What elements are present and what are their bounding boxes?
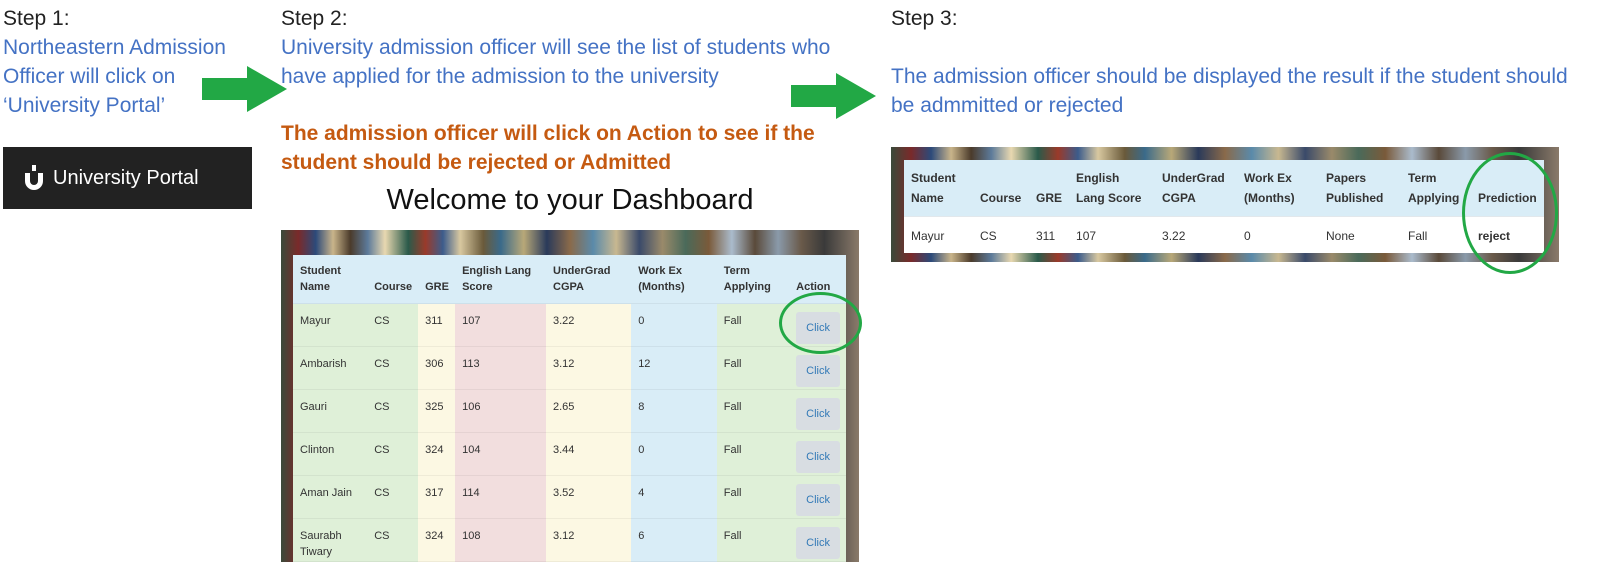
cell-english: 107 [1069,216,1156,253]
cell-gre: 325 [418,389,456,433]
step1-heading: Step 1: [3,7,70,30]
col-student-name: Student Name [904,160,973,217]
cell-name: Mayur [293,303,368,347]
university-portal-button[interactable]: University Portal [3,147,252,209]
cell-name: Clinton [293,432,368,476]
col-course: Course [973,160,1029,217]
action-click-button[interactable]: Click [796,398,840,430]
cell-english: 114 [455,475,546,519]
cell-term: Fall [716,518,790,562]
cell-workex: 6 [631,518,717,562]
arrow-right-icon [202,66,287,112]
col-workex: Work Ex (Months) [1237,160,1320,217]
cell-workex: 0 [631,432,717,476]
step3-description: The admission officer should be displaye… [891,65,1568,117]
cell-gre: 317 [418,475,456,519]
cell-cgpa: 3.12 [546,346,632,390]
action-click-button[interactable]: Click [796,527,840,559]
cell-term: Fall [716,346,790,390]
cell-workex: 4 [631,475,717,519]
col-papers: Papers Published [1319,160,1402,217]
cell-name: Aman Jain [293,475,368,519]
dashboard-title: Welcome to your Dashboard [386,184,754,216]
cell-workex: 12 [631,346,717,390]
table-row [293,561,846,562]
cell-english: 106 [455,389,546,433]
cell-term: Fall [716,389,790,433]
step3-heading: Step 3: [891,7,958,30]
highlight-circle [1462,152,1558,274]
cell-course: CS [973,216,1029,253]
col-gre: GRE [1029,160,1070,217]
cell-name: Mayur [904,216,973,253]
col-term: Term Applying [1401,160,1472,217]
col-english: English Lang Score [455,255,546,304]
cell-english: 113 [455,346,546,390]
table-row: Ambarish CS 306 113 3.12 12 Fall Click [293,346,846,390]
arrow-right-icon [791,73,876,119]
cell-course: CS [367,346,419,390]
cell-cgpa: 3.44 [546,432,632,476]
cell-cgpa: 2.65 [546,389,632,433]
cell-course: CS [367,475,419,519]
col-student-name: Student Name [293,255,368,304]
col-cgpa: UnderGrad CGPA [1155,160,1238,217]
highlight-circle [779,292,862,354]
students-table: Student Name Course GRE English Lang Sco… [293,255,846,562]
cell-gre: 324 [418,432,456,476]
cell-name: Saurabh Tiwary [293,518,368,562]
cell-workex: 8 [631,389,717,433]
portal-button-label: University Portal [53,166,199,189]
action-click-button[interactable]: Click [796,441,840,473]
col-workex: Work Ex (Months) [631,255,717,304]
action-click-button[interactable]: Click [796,355,840,387]
col-course: Course [367,255,419,304]
dashboard-panel: Student Name Course GRE English Lang Sco… [281,230,859,562]
cell-gre: 324 [418,518,456,562]
university-logo-icon [25,165,43,190]
cell-gre: 311 [1029,216,1070,253]
step2-heading: Step 2: [281,7,348,30]
cell-english: 107 [455,303,546,347]
step2-description: University admission officer will see th… [281,36,831,88]
result-table: Student Name Course GRE English Lang Sco… [904,160,1544,253]
table-row: Aman Jain CS 317 114 3.52 4 Fall Click [293,475,846,519]
table-row: Gauri CS 325 106 2.65 8 Fall Click [293,389,846,433]
cell-name: Gauri [293,389,368,433]
cell-course: CS [367,432,419,476]
table-row: Clinton CS 324 104 3.44 0 Fall Click [293,432,846,476]
cell-cgpa: 3.12 [546,518,632,562]
cell-papers: None [1319,216,1402,253]
table-row: Mayur CS 311 107 3.22 0 Fall Click [293,303,846,347]
cell-gre: 306 [418,346,456,390]
col-term: Term Applying [716,255,790,304]
cell-term: Fall [1401,216,1472,253]
cell-workex: 0 [1237,216,1320,253]
cell-term: Fall [716,475,790,519]
cell-english: 108 [455,518,546,562]
cell-english: 104 [455,432,546,476]
step2-note: The admission officer will click on Acti… [281,122,815,174]
cell-course: CS [367,303,419,347]
result-panel: Student Name Course GRE English Lang Sco… [891,147,1559,262]
col-cgpa: UnderGrad CGPA [546,255,632,304]
cell-cgpa: 3.52 [546,475,632,519]
action-click-button[interactable]: Click [796,484,840,516]
cell-cgpa: 3.22 [546,303,632,347]
cell-course: CS [367,389,419,433]
table-row: Saurabh Tiwary CS 324 108 3.12 6 Fall Cl… [293,518,846,562]
cell-cgpa: 3.22 [1155,216,1238,253]
col-gre: GRE [418,255,456,304]
cell-name: Ambarish [293,346,368,390]
col-english: English Lang Score [1069,160,1156,217]
cell-course: CS [367,518,419,562]
cell-workex: 0 [631,303,717,347]
cell-gre: 311 [418,303,456,347]
table-row: Mayur CS 311 107 3.22 0 None Fall reject [904,216,1544,253]
cell-term: Fall [716,432,790,476]
